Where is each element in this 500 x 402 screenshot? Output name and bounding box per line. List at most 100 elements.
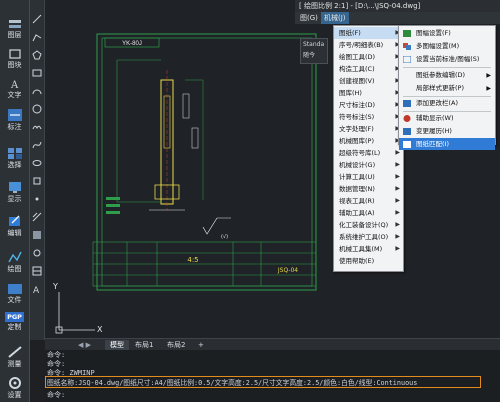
set-current-icon [403,56,411,63]
command-prompt[interactable]: 命令: [47,391,65,400]
tab-model[interactable]: 模型 [105,340,129,350]
menu-separator [403,67,491,68]
sheet-match-icon [403,141,411,148]
menu-item-calc[interactable]: 计算工具(U) ▶ [334,171,403,183]
tab-layout1[interactable]: 布局1 [130,340,158,350]
tool-file[interactable]: 文件 [1,282,28,304]
insert-block-icon[interactable] [32,176,42,186]
display-icon [8,182,21,193]
tool-settings[interactable]: 设置 [1,376,28,399]
tool-pgp[interactable]: PGP 定制 [1,312,28,331]
submenu-aux-display[interactable]: 辅助显示(W) [399,112,495,125]
menu-item-dimension[interactable]: 尺寸标注(D)▶ [334,99,403,111]
rectangle-tool-icon[interactable] [32,68,42,78]
submenu-multi-sheet[interactable]: 多图幅设置(M) [399,40,495,53]
hatch-tool-icon[interactable] [32,212,42,222]
cloud-tool-icon[interactable] [32,122,42,132]
roughness-mark: (√) [221,234,228,240]
line-tool-icon[interactable] [32,14,42,24]
tool-layers[interactable]: 图层 [1,18,28,39]
menu-item-toolset[interactable]: 机械工具集(M) ▶ [334,243,403,255]
submenu-style-update[interactable]: 局部样式更新(P) ▶ [399,82,495,95]
menu-item-view-table[interactable]: 视表工具(R) ▶ [334,195,403,207]
menu-item-maintenance[interactable]: 系统维护工具(O) ▶ [334,231,403,243]
title-scale: 4:5 [187,256,198,264]
tool-display[interactable]: 显示 [1,180,28,203]
spline-tool-icon[interactable] [32,140,42,150]
window-title: [ 绘图比例 2:1] - [D:\...\JSQ-04.dwg] [295,0,500,12]
menu-item-help[interactable]: 使用帮助(E) [334,255,403,267]
menu-item-bom[interactable]: 序号/明细表(B)▶ [334,39,403,51]
polygon-tool-icon[interactable] [32,50,42,60]
submenu-history[interactable]: 变更履历(H) [399,125,495,138]
submenu-set-current[interactable]: 设置当前标准/图幅(S) [399,53,495,66]
history-icon [403,128,411,135]
menu-item-mech-design[interactable]: 机械设计(G) ▶ [334,159,403,171]
highlight-box [45,376,481,388]
submenu-sheet-match[interactable]: 图纸匹配(I) [399,138,495,150]
tool-edit[interactable]: 编辑 [1,214,28,237]
roughness-symbol [202,217,218,235]
add-change-icon [403,100,411,107]
menu-item-data[interactable]: 数据管理(N) ▶ [334,183,403,195]
point-tool-icon[interactable] [32,194,42,204]
tool-label: 测量 [7,360,22,368]
submenu-sheet-settings[interactable]: 图幅设置(F) [399,27,495,40]
menu-item-draw-tools[interactable]: 绘图工具(D)▶ [334,51,403,63]
tab-nav-arrows[interactable]: ◀ ▶ [73,340,96,350]
tool-block[interactable]: 图块 [1,48,28,69]
settings-icon [8,377,21,389]
menu-item-construct[interactable]: 构造工具(C)▶ [334,63,403,75]
header-text: YK-80J [122,41,142,47]
tool-select[interactable]: 选择 [1,146,28,169]
menu-item-views[interactable]: 创建视图(V)▶ [334,75,403,87]
submenu-add-change[interactable]: 添加更改栏(A) [399,97,495,110]
circle-tool-icon[interactable] [32,104,42,114]
pgp-icon: PGP [5,312,24,322]
command-history-line: 命令: [47,351,66,359]
tool-measure[interactable]: 测量 [1,345,28,368]
submenu-param-edit[interactable]: 图纸参数编辑(D) ▶ [399,69,495,82]
mechanical-menu: 图纸(F)▶ 序号/明细表(B)▶ 绘图工具(D)▶ 构造工具(C)▶ 创建视图… [333,25,404,272]
menu-item-super-symbol[interactable]: 超级符号库(L) ▶ [334,147,403,159]
text-icon: A [10,80,19,90]
ellipse-tool-icon[interactable] [32,158,42,168]
menu-item-symbol[interactable]: 符号标注(S)▶ [334,111,403,123]
tool-label: 图块 [7,61,22,69]
menu-mechanical[interactable]: 机械(J) [321,12,349,24]
region-tool-icon[interactable] [32,248,42,258]
menu-graph[interactable]: 图(G) [297,12,321,24]
sheet-inner-border [101,37,313,287]
layers-icon [8,20,21,28]
tool-text[interactable]: A 文字 [1,78,28,99]
standard-selector[interactable]: Standa 随今 [300,38,328,64]
tab-add[interactable]: + [193,340,209,350]
menu-item-text[interactable]: 文字处理(F)▶ [334,123,403,135]
menu-item-chem[interactable]: 化工装备设计(Q) ▶ [334,219,403,231]
polyline-tool-icon[interactable] [32,32,42,42]
select-icon [7,148,22,159]
block-icon [8,49,21,59]
dimension-icon [7,109,22,121]
menu-item-sheet[interactable]: 图纸(F)▶ [334,27,403,39]
menu-item-library[interactable]: 图库(H)▶ [334,87,403,99]
tool-dimension[interactable]: 标注 [1,108,28,131]
tool-label: 定制 [7,323,22,331]
tool-draw[interactable]: 绘图 [1,250,28,273]
menu-item-aux[interactable]: 辅助工具(A) ▶ [334,207,403,219]
sheet-submenu: 图幅设置(F) 多图幅设置(M) 设置当前标准/图幅(S) 图纸参数编辑(D) ▶… [398,25,496,150]
x-axis-label: X [97,325,103,334]
menu-item-mech-library[interactable]: 机械图库(P)▶ [334,135,403,147]
menu-bar: 图(G) 机械(J) [295,12,500,24]
tool-label: 文件 [7,296,22,304]
tool-label: 文字 [7,91,22,99]
tab-layout2[interactable]: 布局2 [162,340,190,350]
gradient-tool-icon[interactable] [32,230,42,240]
table-tool-icon[interactable] [32,266,42,276]
left-toolbar: 图层 图块 A 文字 标注 选择 显示 编辑 绘图 文件 PGP 定制 测量 设… [0,0,30,402]
annotation-box-1 [182,93,190,119]
mtext-tool-icon[interactable]: A [32,284,42,294]
arc-tool-icon[interactable] [32,86,42,96]
draw-icon [7,251,22,263]
file-icon [7,284,22,294]
